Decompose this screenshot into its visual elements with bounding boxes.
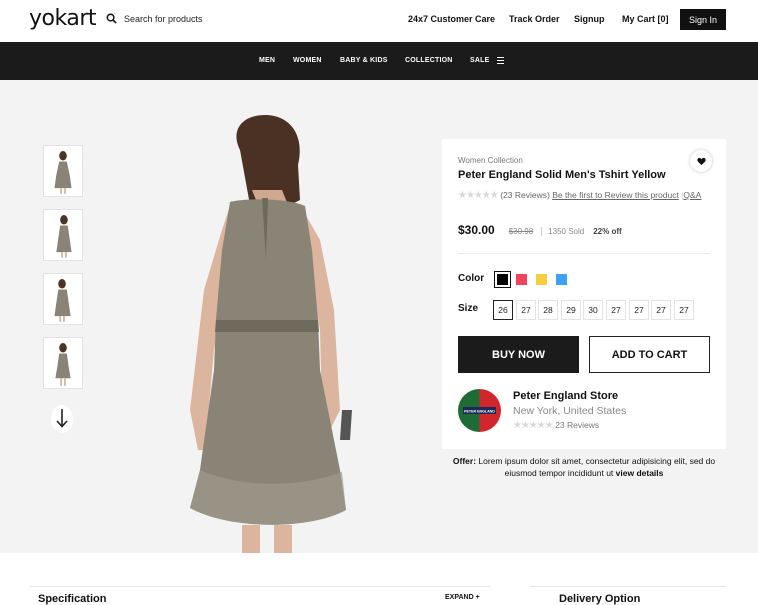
buy-now-button[interactable]: BUY NOW xyxy=(458,336,579,373)
current-price: $30.00 xyxy=(458,223,495,237)
size-option[interactable]: 26 xyxy=(493,300,513,320)
size-option[interactable]: 27 xyxy=(629,300,649,320)
my-cart-link[interactable]: My Cart [0] xyxy=(622,14,669,24)
size-option[interactable]: 27 xyxy=(674,300,694,320)
arrow-down-icon xyxy=(56,409,68,428)
store-logo-text: PETER ENGLAND xyxy=(464,409,495,413)
write-review-link[interactable]: Be the first to Review this product xyxy=(552,190,679,200)
divider xyxy=(530,586,726,587)
divider xyxy=(30,586,490,587)
offer-label: Offer: xyxy=(452,456,477,466)
original-price: $30.98 xyxy=(508,227,534,236)
delivery-option-heading: Delivery Option xyxy=(559,593,641,605)
size-label: Size xyxy=(458,303,479,314)
menu-icon[interactable] xyxy=(497,57,504,64)
top-header: yokart 24x7 Customer Care Track Order Si… xyxy=(0,0,758,42)
rating-stars-icon: ★★★★★ xyxy=(458,190,499,201)
product-title: Peter England Solid Men's Tshirt Yellow xyxy=(458,169,666,181)
thumbnail-scroll-button[interactable] xyxy=(51,405,73,433)
store-logo[interactable]: PETER ENGLAND xyxy=(458,389,501,432)
size-option[interactable]: 28 xyxy=(538,300,558,320)
store-location: New York, United States xyxy=(513,405,627,417)
size-option[interactable]: 29 xyxy=(561,300,581,320)
color-swatch-black[interactable] xyxy=(494,271,511,288)
signup-link[interactable]: Signup xyxy=(574,14,605,24)
color-swatch-blue[interactable] xyxy=(556,274,567,285)
store-review-count: 23 Reviews xyxy=(555,420,600,430)
product-main-image[interactable] xyxy=(170,110,360,553)
search-input[interactable] xyxy=(124,13,244,24)
add-to-cart-button[interactable]: ADD TO CART xyxy=(589,336,710,373)
review-count: (23 Reviews) xyxy=(500,190,550,200)
sold-count: 1350 Sold xyxy=(541,227,584,236)
sign-in-button[interactable]: Sign In xyxy=(680,9,726,30)
size-option[interactable]: 27 xyxy=(516,300,536,320)
color-label: Color xyxy=(458,273,485,284)
product-thumbnail[interactable] xyxy=(43,145,83,197)
heart-icon xyxy=(696,157,706,165)
product-thumbnail[interactable] xyxy=(43,337,83,389)
offer-text: Offer: Lorem ipsum dolor sit amet, conse… xyxy=(442,455,726,479)
collection-label: Women Collection xyxy=(458,156,523,165)
price-row: $30.00 $30.98 1350 Sold 22% off xyxy=(458,223,622,237)
customer-care-link[interactable]: 24x7 Customer Care xyxy=(408,14,495,24)
nav-item-men[interactable]: MEN xyxy=(259,57,275,64)
search-bar[interactable] xyxy=(106,13,244,24)
offer-body: Lorem ipsum dolor sit amet, consectetur … xyxy=(476,456,716,478)
size-option[interactable]: 27 xyxy=(606,300,626,320)
size-option[interactable]: 27 xyxy=(651,300,671,320)
nav-item-baby-kids[interactable]: BABY & KIDS xyxy=(340,57,388,64)
divider xyxy=(458,253,710,254)
site-logo[interactable]: yokart xyxy=(29,6,97,31)
color-swatch-yellow[interactable] xyxy=(536,274,547,285)
store-rating: ★★★★★ 23 Reviews xyxy=(513,420,599,431)
expand-button[interactable]: EXPAND + xyxy=(445,594,480,601)
qa-link[interactable]: Q&A xyxy=(683,190,701,200)
product-info-card: Women Collection Peter England Solid Men… xyxy=(442,139,726,449)
store-name[interactable]: Peter England Store xyxy=(513,390,618,402)
store-stars-icon: ★★★★★ xyxy=(513,420,554,431)
rating-row: ★★★★★ (23 Reviews) Be the first to Revie… xyxy=(458,190,702,201)
view-details-link[interactable]: view details xyxy=(616,468,664,478)
search-icon[interactable] xyxy=(106,13,117,24)
discount-label: 22% off xyxy=(593,227,622,236)
product-section: Women Collection Peter England Solid Men… xyxy=(0,80,758,553)
wishlist-button[interactable] xyxy=(690,150,712,172)
color-swatch-red[interactable] xyxy=(516,274,527,285)
main-nav: MEN WOMEN BABY & KIDS COLLECTION SALE xyxy=(0,42,758,80)
nav-item-women[interactable]: WOMEN xyxy=(293,57,322,64)
nav-item-sale[interactable]: SALE xyxy=(470,57,489,64)
product-thumbnail[interactable] xyxy=(43,273,83,325)
nav-item-collection[interactable]: COLLECTION xyxy=(405,57,453,64)
track-order-link[interactable]: Track Order xyxy=(509,14,560,24)
size-option[interactable]: 30 xyxy=(583,300,603,320)
specification-heading: Specification xyxy=(38,593,107,605)
product-thumbnail[interactable] xyxy=(43,209,83,261)
